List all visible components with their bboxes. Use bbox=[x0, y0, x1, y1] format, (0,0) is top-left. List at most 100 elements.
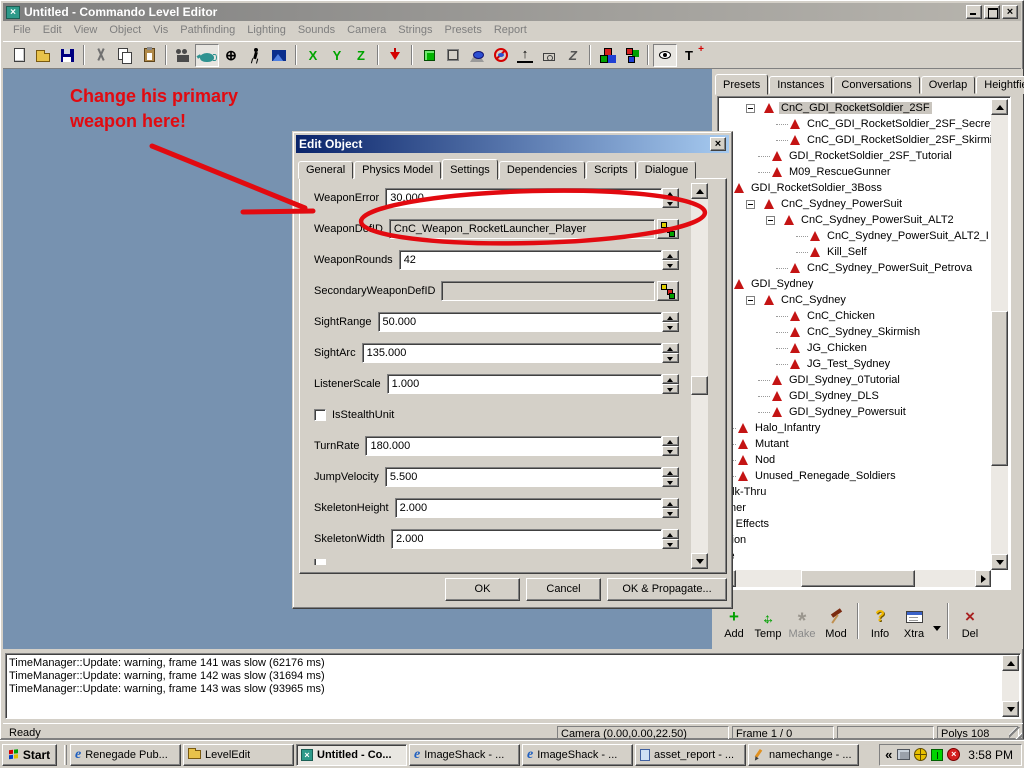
menu-report[interactable]: Report bbox=[488, 22, 533, 38]
cancel-button[interactable]: Cancel bbox=[526, 578, 601, 601]
resize-grip[interactable] bbox=[1009, 727, 1022, 740]
spin-up-button[interactable] bbox=[662, 250, 679, 260]
task-imageshack[interactable]: eImageShack - ... bbox=[409, 744, 520, 766]
maximize-button[interactable] bbox=[984, 5, 1000, 19]
ok-propagate-button[interactable]: OK & Propagate... bbox=[607, 578, 727, 601]
tree-item[interactable]: CnC_Sydney_PowerSuit_ALT2_I bbox=[796, 228, 991, 244]
globe-icon[interactable] bbox=[914, 748, 927, 761]
mod-button[interactable]: Mod bbox=[819, 601, 853, 641]
tree-item[interactable]: CnC_Sydney_PowerSuit_Petrova bbox=[776, 260, 991, 276]
tree-item[interactable]: GDI_Sydney_0Tutorial bbox=[758, 372, 991, 388]
weapondefid-picker-button[interactable] bbox=[657, 219, 679, 239]
visibility-eye-button[interactable] bbox=[653, 44, 677, 67]
log-scrollbar[interactable] bbox=[1002, 655, 1019, 717]
movie-camera-button[interactable] bbox=[171, 44, 195, 67]
dialog-tab-settings[interactable]: Settings bbox=[442, 159, 498, 180]
task-namechange[interactable]: namechange - ... bbox=[748, 744, 859, 766]
tree-item[interactable]: ner bbox=[728, 500, 991, 516]
save-file-button[interactable] bbox=[55, 44, 79, 67]
task-asset-report[interactable]: asset_report - ... bbox=[635, 744, 746, 766]
object-teapot-button[interactable] bbox=[195, 44, 219, 67]
polygon-tool-button[interactable]: Z bbox=[561, 44, 585, 67]
tree-item[interactable]: Kill_Self bbox=[796, 244, 991, 260]
terrain-mode-button[interactable] bbox=[267, 44, 291, 67]
menu-camera[interactable]: Camera bbox=[341, 22, 392, 38]
scroll-down-button[interactable] bbox=[991, 554, 1008, 570]
menu-view[interactable]: View bbox=[68, 22, 104, 38]
info-button[interactable]: ?Info bbox=[863, 601, 897, 641]
scroll-down-button[interactable] bbox=[691, 553, 708, 569]
spin-down-button[interactable] bbox=[662, 260, 679, 270]
tree-item[interactable]: Halo_Infantry bbox=[724, 420, 991, 436]
scroll-up-button[interactable] bbox=[1002, 655, 1019, 671]
open-file-button[interactable] bbox=[31, 44, 55, 67]
spin-top-button[interactable] bbox=[383, 44, 407, 67]
title-bar[interactable]: × Untitled - Commando Level Editor × bbox=[3, 3, 1021, 21]
xtra-dropdown-icon[interactable] bbox=[933, 626, 941, 631]
dialog-tab-physics-model[interactable]: Physics Model bbox=[354, 161, 441, 179]
network-icon[interactable] bbox=[897, 749, 910, 760]
scroll-up-button[interactable] bbox=[991, 99, 1008, 115]
tab-instances[interactable]: Instances bbox=[769, 76, 832, 94]
spin-up-button[interactable] bbox=[662, 374, 679, 384]
tree-expander-icon[interactable] bbox=[746, 296, 755, 305]
tree-expander-icon[interactable] bbox=[746, 200, 755, 209]
text-labels-button[interactable]: T bbox=[677, 44, 701, 67]
dialog-tab-dependencies[interactable]: Dependencies bbox=[499, 161, 585, 179]
menu-pathfinding[interactable]: Pathfinding bbox=[174, 22, 241, 38]
task-leveledit[interactable]: LevelEdit bbox=[183, 744, 294, 766]
tree-item[interactable]: GDI_Sydney_Powersuit bbox=[758, 404, 991, 420]
raise-object-button[interactable]: ↑ bbox=[513, 44, 537, 67]
paste-button[interactable] bbox=[137, 44, 161, 67]
spin-down-button[interactable] bbox=[662, 198, 679, 208]
tree-item[interactable]: CnC_GDI_RocketSoldier_2SF_Skirmish bbox=[776, 132, 991, 148]
turnrate-input[interactable]: 180.000 bbox=[365, 436, 662, 456]
dialog-close-button[interactable]: × bbox=[710, 137, 726, 151]
tree-vertical-scrollbar[interactable] bbox=[991, 99, 1008, 570]
menu-object[interactable]: Object bbox=[103, 22, 147, 38]
menu-file[interactable]: File bbox=[7, 22, 37, 38]
tree-item[interactable]: ition bbox=[724, 532, 991, 548]
walk-mode-button[interactable] bbox=[243, 44, 267, 67]
sightrange-input[interactable]: 50.000 bbox=[378, 312, 663, 332]
task-imageshack[interactable]: eImageShack - ... bbox=[522, 744, 633, 766]
dialog-tab-general[interactable]: General bbox=[298, 161, 353, 179]
tree-item[interactable]: al Effects bbox=[722, 516, 991, 532]
make-button[interactable]: *Make bbox=[785, 601, 819, 641]
tree-item[interactable]: CnC_GDI_RocketSoldier_2SF bbox=[746, 100, 991, 116]
tree-item[interactable]: Nod bbox=[724, 452, 991, 468]
skeletonheight-input[interactable]: 2.000 bbox=[395, 498, 662, 518]
jumpvelocity-input[interactable]: 5.500 bbox=[385, 467, 662, 487]
tree-item[interactable]: GDI_Sydney bbox=[720, 276, 991, 292]
task-untitled-co[interactable]: ×Untitled - Co... bbox=[296, 744, 407, 766]
tree-item[interactable]: CnC_Sydney_PowerSuit bbox=[746, 196, 991, 212]
start-button[interactable]: Start bbox=[2, 744, 57, 766]
spin-up-button[interactable] bbox=[662, 529, 679, 539]
menu-sounds[interactable]: Sounds bbox=[292, 22, 341, 38]
listenerscale-input[interactable]: 1.000 bbox=[387, 374, 662, 394]
spin-down-button[interactable] bbox=[662, 353, 679, 363]
tree-item[interactable]: Unused_Renegade_Soldiers bbox=[724, 468, 991, 484]
isstealthunit-checkbox[interactable] bbox=[314, 409, 326, 421]
scrollbar-thumb[interactable] bbox=[801, 570, 915, 587]
tree-item[interactable]: Walk-Thru bbox=[720, 484, 991, 500]
weapondefid-input[interactable]: CnC_Weapon_RocketLauncher_Player bbox=[389, 219, 655, 239]
minimize-button[interactable] bbox=[966, 5, 982, 19]
tree-item[interactable]: le bbox=[724, 548, 991, 564]
spin-up-button[interactable] bbox=[662, 312, 679, 322]
solid-cube-button[interactable] bbox=[417, 44, 441, 67]
xtra-button[interactable]: Xtra bbox=[897, 601, 931, 641]
tree-expander-icon[interactable] bbox=[766, 216, 775, 225]
tree-item[interactable]: GDI_RocketSoldier_3Boss bbox=[720, 180, 991, 196]
secondaryweapondefid-picker-button[interactable] bbox=[657, 281, 679, 301]
camera-view-button[interactable] bbox=[537, 44, 561, 67]
tree-item[interactable]: CnC_Sydney bbox=[746, 292, 991, 308]
wireless-icon[interactable] bbox=[931, 749, 943, 761]
tree-expander-icon[interactable] bbox=[746, 104, 755, 113]
tree-horizontal-scrollbar[interactable] bbox=[720, 570, 991, 587]
tree-item[interactable]: GDI_Sydney_DLS bbox=[758, 388, 991, 404]
tree-item[interactable]: CnC_Sydney_PowerSuit_ALT2 bbox=[766, 212, 991, 228]
tree-item[interactable]: CnC_Sydney_Skirmish bbox=[776, 324, 991, 340]
weaponrounds-input[interactable]: 42 bbox=[399, 250, 662, 270]
close-button[interactable]: × bbox=[1002, 5, 1018, 19]
